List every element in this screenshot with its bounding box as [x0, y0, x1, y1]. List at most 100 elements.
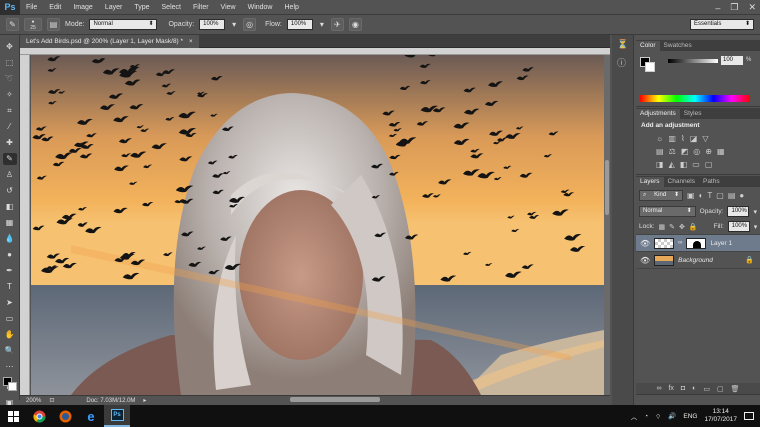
start-button[interactable]	[0, 405, 26, 427]
lock-transparency-icon[interactable]: ▦	[659, 223, 666, 231]
layer-style-icon[interactable]: fx	[668, 385, 673, 392]
mode-select[interactable]: Normal ⬍	[89, 19, 158, 30]
tab-swatches[interactable]: Swatches	[660, 41, 696, 51]
brush-tool-icon[interactable]: ✎	[2, 153, 17, 165]
tab-paths[interactable]: Paths	[699, 177, 724, 187]
dodge-tool-icon[interactable]: ●	[3, 249, 17, 261]
menu-view[interactable]: View	[215, 0, 242, 15]
menu-filter[interactable]: Filter	[187, 0, 215, 15]
opacity-input[interactable]: 100%	[199, 19, 226, 30]
color-balance-icon[interactable]: ⚖	[669, 147, 676, 156]
layer-mask-thumbnail[interactable]	[686, 237, 707, 249]
type-tool-icon[interactable]: T	[3, 281, 17, 293]
background-layer-name[interactable]: Background	[678, 257, 713, 264]
zoom-tool-icon[interactable]: 🔍	[3, 345, 17, 357]
flow-dropdown-icon[interactable]: ▾	[318, 18, 326, 31]
new-adjustment-icon[interactable]: ◐	[692, 385, 696, 392]
lock-all-icon[interactable]: 🔒	[689, 223, 698, 231]
link-layers-icon[interactable]: ∞	[656, 385, 661, 392]
menu-layer[interactable]: Layer	[99, 0, 129, 15]
background-color[interactable]	[7, 382, 17, 391]
menu-window[interactable]: Window	[242, 0, 279, 15]
opacity-dropdown-icon[interactable]: ▾	[753, 208, 757, 216]
filter-shape-icon[interactable]: ▢	[716, 191, 724, 200]
menu-file[interactable]: File	[20, 0, 43, 15]
wifi-icon[interactable]: ⌔	[655, 412, 661, 421]
photo-filter-icon[interactable]: ◎	[693, 147, 700, 156]
visibility-eye-icon[interactable]: 👁	[640, 239, 650, 248]
chrome-taskbar-button[interactable]	[26, 405, 52, 427]
menu-type[interactable]: Type	[128, 0, 155, 15]
tab-color[interactable]: Color	[636, 41, 660, 51]
edit-toolbar-icon[interactable]: ⋯	[3, 361, 17, 373]
tray-chevron-icon[interactable]: ︿	[631, 411, 638, 421]
fill-input[interactable]: 100%	[727, 221, 750, 232]
menu-select[interactable]: Select	[156, 0, 187, 15]
shape-tool-icon[interactable]: ▭	[3, 313, 17, 325]
notifications-icon[interactable]	[744, 412, 754, 420]
filter-toggle-icon[interactable]: ●	[739, 191, 744, 200]
flow-input[interactable]: 100%	[286, 19, 313, 30]
tab-channels[interactable]: Channels	[664, 177, 699, 187]
fill-dropdown-icon[interactable]: ▾	[754, 223, 758, 231]
maximize-icon[interactable]: ❐	[730, 2, 738, 13]
hue-saturation-icon[interactable]: ▤	[656, 147, 664, 156]
status-menu-arrow-icon[interactable]: ▸	[143, 397, 146, 404]
workspace-select[interactable]: Essentials ⬍	[690, 19, 754, 30]
brightness-slider[interactable]	[668, 59, 718, 63]
layer-row-background[interactable]: 👁 Background 🔒	[636, 252, 760, 269]
close-icon[interactable]: ✕	[748, 2, 756, 13]
gradient-map-icon[interactable]: ▭	[692, 160, 700, 169]
filter-adjustment-icon[interactable]: ◐	[699, 191, 704, 200]
crop-tool-icon[interactable]: ⌗	[3, 105, 17, 117]
brightness-contrast-icon[interactable]: ☼	[656, 134, 663, 143]
trash-icon[interactable]: 🗑	[731, 385, 740, 393]
document-tab[interactable]: Let's Add Birds.psd @ 200% (Layer 1, Lay…	[20, 34, 199, 48]
photoshop-taskbar-button[interactable]: Ps	[104, 405, 130, 427]
eyedropper-tool-icon[interactable]: ⁄	[3, 121, 17, 133]
firefox-taskbar-button[interactable]	[52, 405, 78, 427]
healing-tool-icon[interactable]: ✚	[3, 137, 17, 149]
lasso-tool-icon[interactable]: ➰	[3, 73, 17, 85]
channel-mixer-icon[interactable]: ⊕	[705, 147, 712, 156]
vibrance-icon[interactable]: ▽	[702, 134, 708, 143]
airbrush-icon[interactable]: ✈	[330, 18, 344, 31]
curves-icon[interactable]: ⌇	[681, 134, 685, 143]
layer-opacity-input[interactable]: 100%	[727, 206, 750, 217]
language-indicator[interactable]: ENG	[683, 413, 697, 420]
taskbar-clock[interactable]: 13:14 17/07/2017	[704, 408, 737, 424]
tab-layers[interactable]: Layers	[636, 177, 664, 187]
canvas-image[interactable]	[31, 55, 604, 395]
blend-mode-select[interactable]: Normal ⬍	[639, 206, 696, 217]
color-spectrum[interactable]	[640, 95, 750, 102]
tab-styles[interactable]: Styles	[680, 109, 706, 119]
brush-size-picker[interactable]: ● 25	[24, 18, 42, 31]
background-swatch[interactable]	[645, 62, 655, 72]
brush-preset-icon[interactable]: ✎	[6, 18, 19, 31]
new-group-icon[interactable]: ▭	[703, 385, 710, 393]
posterize-icon[interactable]: ◭	[669, 160, 675, 169]
move-tool-icon[interactable]: ✥	[3, 41, 17, 53]
opacity-dropdown-icon[interactable]: ▾	[230, 18, 238, 31]
pressure-size-icon[interactable]: ◉	[348, 18, 362, 31]
brightness-input[interactable]: 100	[721, 56, 743, 65]
layer-name[interactable]: Layer 1	[710, 240, 732, 247]
history-brush-tool-icon[interactable]: ↺	[3, 185, 17, 197]
invert-icon[interactable]: ◨	[656, 160, 664, 169]
properties-panel-icon[interactable]: ⓘ	[617, 56, 628, 69]
brush-panel-icon[interactable]: ▤	[47, 18, 60, 31]
visibility-eye-icon[interactable]: 👁	[640, 256, 650, 265]
quick-select-tool-icon[interactable]: ✧	[3, 89, 17, 101]
vertical-scroll-thumb[interactable]	[605, 160, 609, 215]
network-icon[interactable]: ◔	[644, 413, 648, 420]
zoom-level[interactable]: 200%	[26, 398, 41, 404]
volume-icon[interactable]: 🔊	[668, 412, 676, 420]
path-select-tool-icon[interactable]: ➤	[3, 297, 17, 309]
levels-icon[interactable]: ▥	[668, 134, 676, 143]
layer-filter-select[interactable]: ⌕ Kind ⬍	[639, 190, 683, 201]
menu-image[interactable]: Image	[67, 0, 98, 15]
eraser-tool-icon[interactable]: ◧	[3, 201, 17, 213]
filter-pixel-icon[interactable]: ▣	[687, 191, 695, 200]
layer-row-layer1[interactable]: 👁 ∞ Layer 1	[636, 235, 760, 252]
tab-adjustments[interactable]: Adjustments	[636, 109, 680, 119]
